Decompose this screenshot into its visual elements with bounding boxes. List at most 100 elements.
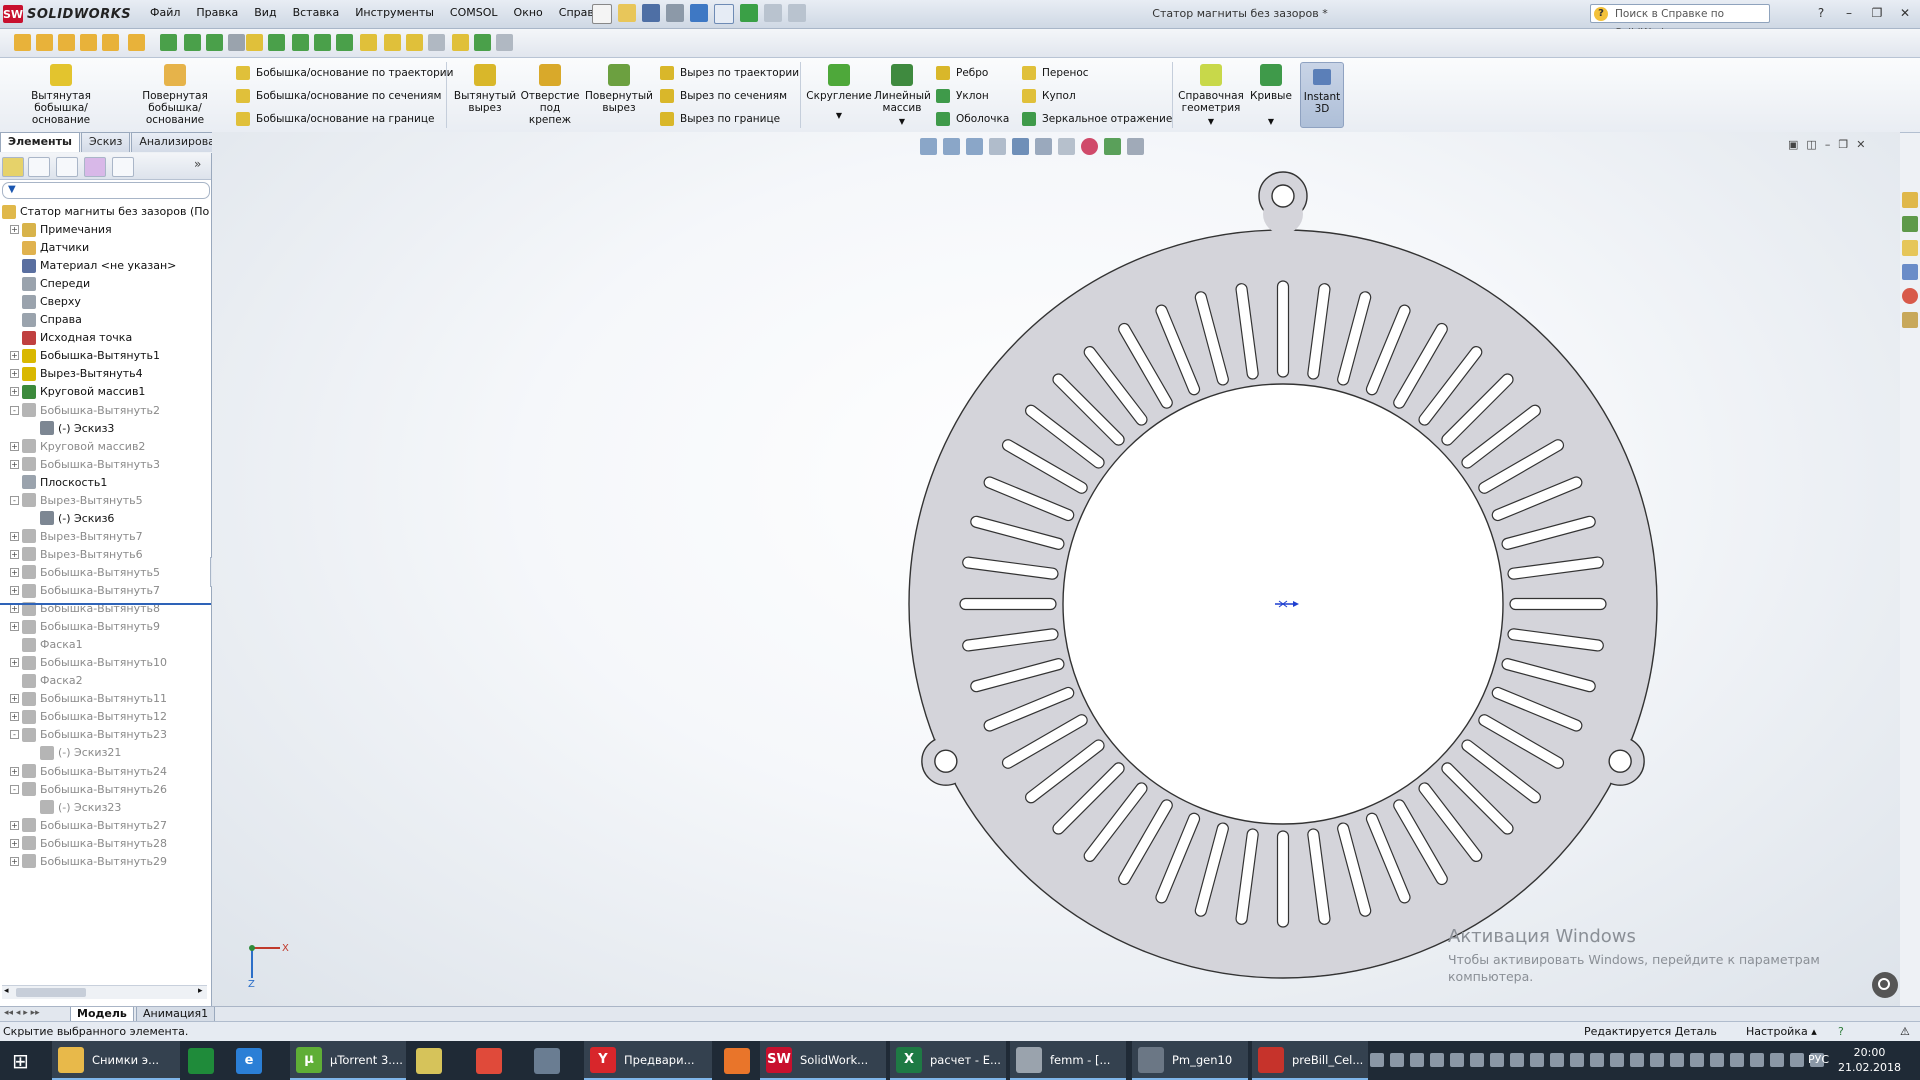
- tree-item[interactable]: - Вырез-Вытянуть5: [10, 492, 143, 509]
- menu-item[interactable]: Вставка: [285, 6, 348, 19]
- menu-item[interactable]: COMSOL: [442, 6, 506, 19]
- expand-icon[interactable]: +: [10, 369, 19, 379]
- instant3d-button[interactable]: Instant 3D: [1300, 62, 1344, 128]
- tray-icon[interactable]: [1450, 1053, 1464, 1067]
- app-logo[interactable]: SW SOLIDWORKS: [3, 4, 131, 24]
- tree-item[interactable]: + Бобышка-Вытянуть7: [10, 582, 160, 599]
- mounting-hole[interactable]: [934, 749, 958, 773]
- lofted-cut-button[interactable]: Вырез по сечениям: [660, 89, 787, 103]
- tree-root[interactable]: Статор магниты без зазоров (По: [2, 203, 209, 220]
- extruded-cut-button[interactable]: Вытянутый вырез: [450, 64, 520, 114]
- zoom-to-fit-icon[interactable]: [920, 138, 937, 155]
- tray-icon[interactable]: [1490, 1053, 1504, 1067]
- mounting-hole[interactable]: [1271, 184, 1295, 208]
- toolbar-tool-icon[interactable]: [360, 34, 377, 51]
- lofted-boss-button[interactable]: Бобышка/основание по сечениям: [236, 89, 441, 103]
- display-style-icon[interactable]: [1035, 138, 1052, 155]
- rebuild-icon[interactable]: [740, 4, 758, 22]
- expand-icon[interactable]: +: [10, 694, 19, 704]
- apply-scene-icon[interactable]: [1104, 138, 1121, 155]
- tree-item[interactable]: + Бобышка-Вытянуть1: [10, 347, 160, 364]
- taskbar-app[interactable]: Pm_gen10: [1132, 1041, 1248, 1080]
- property-manager-tab-icon[interactable]: [28, 157, 50, 177]
- toolbar-tool-icon[interactable]: [14, 34, 31, 51]
- view-orientation-icon[interactable]: [1012, 138, 1029, 155]
- tray-icon[interactable]: [1430, 1053, 1444, 1067]
- zoom-to-area-icon[interactable]: [943, 138, 960, 155]
- toolbar-tool-icon[interactable]: [336, 34, 353, 51]
- fillet-button[interactable]: Скругление ▼: [804, 64, 874, 122]
- swept-cut-button[interactable]: Вырез по траектории: [660, 66, 799, 80]
- save-icon[interactable]: [642, 4, 660, 22]
- tree-item[interactable]: - Бобышка-Вытянуть26: [10, 781, 167, 798]
- tree-item[interactable]: + Примечания: [10, 221, 112, 238]
- tree-item[interactable]: Плоскость1: [10, 474, 107, 491]
- expand-panel-icon[interactable]: »: [194, 157, 201, 171]
- open-icon[interactable]: [618, 4, 636, 22]
- menu-item[interactable]: Файл: [142, 6, 188, 19]
- tray-icon[interactable]: [1410, 1053, 1424, 1067]
- taskbar-app[interactable]: Снимки э...: [52, 1041, 180, 1080]
- shell-button[interactable]: Оболочка: [936, 112, 1009, 126]
- select-icon[interactable]: [714, 4, 734, 24]
- taskbar-app[interactable]: e: [230, 1041, 286, 1080]
- tree-horizontal-scrollbar[interactable]: ◂ ▸: [2, 985, 207, 999]
- toolbar-tool-icon[interactable]: [246, 34, 263, 51]
- tree-item[interactable]: + Круговой массив2: [10, 438, 145, 455]
- tray-icon[interactable]: [1370, 1053, 1384, 1067]
- taskbar-app[interactable]: [470, 1041, 526, 1080]
- tray-icon[interactable]: [1470, 1053, 1484, 1067]
- toolbar-tool-icon[interactable]: [314, 34, 331, 51]
- mirror-button[interactable]: Зеркальное отражение: [1022, 112, 1172, 126]
- menu-item[interactable]: Правка: [188, 6, 246, 19]
- mounting-hole[interactable]: [1608, 749, 1632, 773]
- tree-item[interactable]: (-) Эскиз23: [28, 799, 121, 816]
- hole-wizard-button[interactable]: Отверстие под крепеж: [520, 64, 580, 126]
- tray-icon[interactable]: [1750, 1053, 1764, 1067]
- tray-icon[interactable]: [1390, 1053, 1404, 1067]
- toolbar-tool-icon[interactable]: [406, 34, 423, 51]
- close-doc-icon[interactable]: ✕: [1856, 138, 1865, 151]
- tree-item[interactable]: + Вырез-Вытянуть4: [10, 365, 143, 382]
- tree-item[interactable]: - Бобышка-Вытянуть23: [10, 726, 167, 743]
- scroll-left-icon[interactable]: ◂: [4, 986, 9, 996]
- tree-item[interactable]: Сверху: [10, 293, 81, 310]
- chevron-down-icon[interactable]: ▼: [1176, 116, 1246, 128]
- tree-item[interactable]: + Бобышка-Вытянуть27: [10, 817, 167, 834]
- tree-item[interactable]: + Бобышка-Вытянуть5: [10, 564, 160, 581]
- view-settings-icon[interactable]: [1127, 138, 1144, 155]
- previous-view-icon[interactable]: [966, 138, 983, 155]
- taskbar-app[interactable]: SW SolidWork...: [760, 1041, 886, 1080]
- tab-1[interactable]: Эскиз: [80, 132, 131, 152]
- chevron-down-icon[interactable]: ▼: [1248, 116, 1294, 128]
- tile-icon[interactable]: ▣: [1788, 138, 1798, 151]
- start-button[interactable]: ⊞: [6, 1041, 46, 1080]
- taskbar-app[interactable]: [410, 1041, 466, 1080]
- toolbar-tool-icon[interactable]: [474, 34, 491, 51]
- extruded-boss-button[interactable]: Вытянутая бобышка/основание: [6, 64, 116, 126]
- tree-item[interactable]: + Бобышка-Вытянуть12: [10, 708, 167, 725]
- language-indicator[interactable]: РУС: [1808, 1053, 1829, 1066]
- minimize-icon[interactable]: –: [1838, 4, 1860, 22]
- expand-icon[interactable]: +: [10, 766, 19, 776]
- tree-item[interactable]: Фаска1: [10, 636, 83, 653]
- taskbar-app[interactable]: Xрасчет - E...: [890, 1041, 1006, 1080]
- boundary-boss-button[interactable]: Бобышка/основание на границе: [236, 112, 434, 126]
- file-properties-icon[interactable]: [764, 4, 782, 22]
- curves-button[interactable]: Кривые ▼: [1248, 64, 1294, 128]
- menu-item[interactable]: Вид: [246, 6, 284, 19]
- tray-icon[interactable]: [1710, 1053, 1724, 1067]
- tree-item[interactable]: - Бобышка-Вытянуть2: [10, 402, 160, 419]
- scrollbar-thumb[interactable]: [16, 988, 86, 997]
- tree-item[interactable]: + Бобышка-Вытянуть29: [10, 853, 167, 870]
- taskbar-app[interactable]: [528, 1041, 580, 1080]
- toolbar-tool-icon[interactable]: [102, 34, 119, 51]
- new-document-icon[interactable]: [592, 4, 612, 24]
- scroll-right-icon[interactable]: ▸: [198, 986, 203, 996]
- stator-slot[interactable]: [959, 597, 1057, 611]
- expand-icon[interactable]: +: [10, 459, 19, 469]
- toolbar-tool-icon[interactable]: [160, 34, 177, 51]
- toolbar-tool-icon[interactable]: [384, 34, 401, 51]
- minimize-doc-icon[interactable]: –: [1825, 138, 1831, 151]
- toolbar-tool-icon[interactable]: [36, 34, 53, 51]
